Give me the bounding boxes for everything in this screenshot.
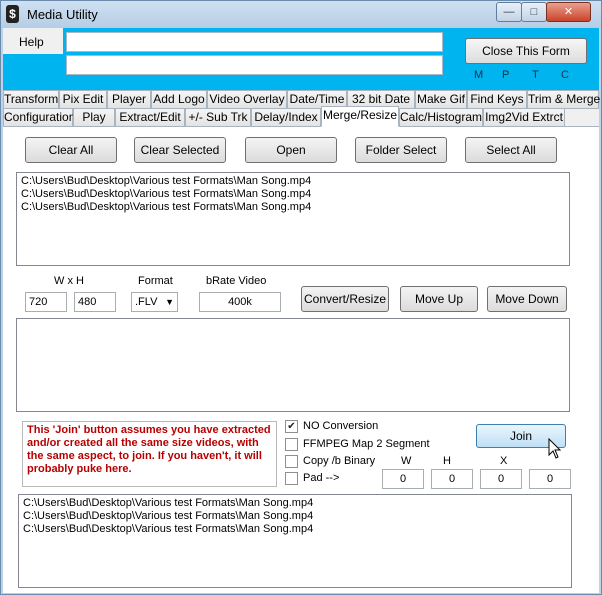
tab-play[interactable]: Play <box>73 108 115 127</box>
join-warning-note: This 'Join' button assumes you have extr… <box>22 421 277 487</box>
format-value: .FLV <box>135 296 158 308</box>
convert-resize-button[interactable]: Convert/Resize <box>301 286 389 312</box>
maximize-button[interactable]: □ <box>521 2 547 22</box>
tab-merge-resize[interactable]: Merge/Resize <box>321 106 399 127</box>
indicator-t: T <box>532 69 539 81</box>
tab-extract-edit[interactable]: Extract/Edit <box>115 108 185 127</box>
close-form-button[interactable]: Close This Form <box>465 38 587 64</box>
tab-player[interactable]: Player <box>107 90 151 109</box>
list-item[interactable]: C:\Users\Bud\Desktop\Various test Format… <box>23 497 567 510</box>
list-item[interactable]: C:\Users\Bud\Desktop\Various test Format… <box>21 188 565 201</box>
checkmark-icon: ✔ <box>285 420 298 433</box>
tab-delay-index[interactable]: Delay/Index <box>251 108 321 127</box>
join-file-list[interactable]: C:\Users\Bud\Desktop\Various test Format… <box>18 494 572 588</box>
height-input[interactable]: 480 <box>74 292 116 312</box>
indicator-p: P <box>502 69 510 81</box>
tab-transform[interactable]: Transform <box>3 90 59 109</box>
open-button[interactable]: Open <box>245 137 337 163</box>
window-title: Media Utility <box>27 7 98 22</box>
bitrate-input[interactable]: 400k <box>199 292 281 312</box>
checkbox-box <box>285 472 298 485</box>
chevron-down-icon: ▼ <box>165 297 174 307</box>
ffmpeg-map-label: FFMPEG Map 2 Segment <box>303 438 430 450</box>
tab-pix-edit[interactable]: Pix Edit <box>59 90 107 109</box>
pad-h-input[interactable]: 0 <box>431 469 473 489</box>
copy-binary-label: Copy /b Binary <box>303 455 376 467</box>
width-input[interactable]: 720 <box>25 292 67 312</box>
clear-all-button[interactable]: Clear All <box>25 137 117 163</box>
close-window-button[interactable]: ✕ <box>546 2 591 22</box>
format-select[interactable]: .FLV ▼ <box>131 292 178 312</box>
pad-x-input[interactable]: 0 <box>480 469 522 489</box>
tab-find-keys[interactable]: Find Keys <box>467 90 527 109</box>
list-item[interactable]: C:\Users\Bud\Desktop\Various test Format… <box>21 175 565 188</box>
tab-configuration[interactable]: Configuration <box>3 108 75 127</box>
no-conversion-label: NO Conversion <box>303 420 379 432</box>
pad-w-label: W <box>401 455 412 467</box>
list-item[interactable]: C:\Users\Bud\Desktop\Various test Format… <box>23 510 567 523</box>
tab-calc-histogram[interactable]: Calc/Histogram <box>399 108 483 127</box>
main-window: $ Media Utility — □ ✕ Help Close This Fo… <box>0 0 602 595</box>
top-field-1[interactable] <box>66 32 443 52</box>
pad-label: Pad --> <box>303 472 340 484</box>
clear-selected-button[interactable]: Clear Selected <box>134 137 226 163</box>
tab-row-1: Transform Pix Edit Player Add Logo Video… <box>3 90 600 109</box>
menu-help[interactable]: Help <box>19 35 44 49</box>
tab-sub-trk[interactable]: +/- Sub Trk <box>185 108 251 127</box>
header-band: Help Close This Form M P T C <box>3 28 599 90</box>
format-label: Format <box>138 275 173 287</box>
indicator-c: C <box>561 69 569 81</box>
indicator-m: M <box>474 69 484 81</box>
pad-x-label: X <box>500 455 508 467</box>
pad-h-label: H <box>443 455 451 467</box>
tab-add-logo[interactable]: Add Logo <box>151 90 207 109</box>
list-item[interactable]: C:\Users\Bud\Desktop\Various test Format… <box>23 523 567 536</box>
output-list[interactable] <box>16 318 570 412</box>
client-area: Help Close This Form M P T C Transform P… <box>3 28 600 593</box>
tab-trim-merge[interactable]: Trim & Merge <box>527 90 600 109</box>
app-icon: $ <box>6 5 19 23</box>
menu-bar: Help <box>3 28 63 54</box>
folder-select-button[interactable]: Folder Select <box>355 137 447 163</box>
checkbox-box <box>285 455 298 468</box>
source-file-list[interactable]: C:\Users\Bud\Desktop\Various test Format… <box>16 172 570 266</box>
tab-img2vid-extrct[interactable]: Img2Vid Extrct <box>483 108 565 127</box>
wxh-label: W x H <box>54 275 84 287</box>
select-all-button[interactable]: Select All <box>465 137 557 163</box>
pad-w-input[interactable]: 0 <box>382 469 424 489</box>
tab-video-overlay[interactable]: Video Overlay <box>207 90 287 109</box>
checkbox-box <box>285 438 298 451</box>
list-item[interactable]: C:\Users\Bud\Desktop\Various test Format… <box>21 201 565 214</box>
bitrate-label: bRate Video <box>206 275 267 287</box>
title-bar[interactable]: $ Media Utility — □ ✕ <box>1 1 601 28</box>
tab-row-2: Configuration Play Extract/Edit +/- Sub … <box>3 106 599 127</box>
top-field-2[interactable] <box>66 55 443 75</box>
minimize-button[interactable]: — <box>496 2 522 22</box>
tab-make-gif[interactable]: Make Gif <box>415 90 467 109</box>
mouse-pointer-icon <box>548 438 562 459</box>
move-up-button[interactable]: Move Up <box>400 286 478 312</box>
move-down-button[interactable]: Move Down <box>487 286 567 312</box>
pad-y-input[interactable]: 0 <box>529 469 571 489</box>
